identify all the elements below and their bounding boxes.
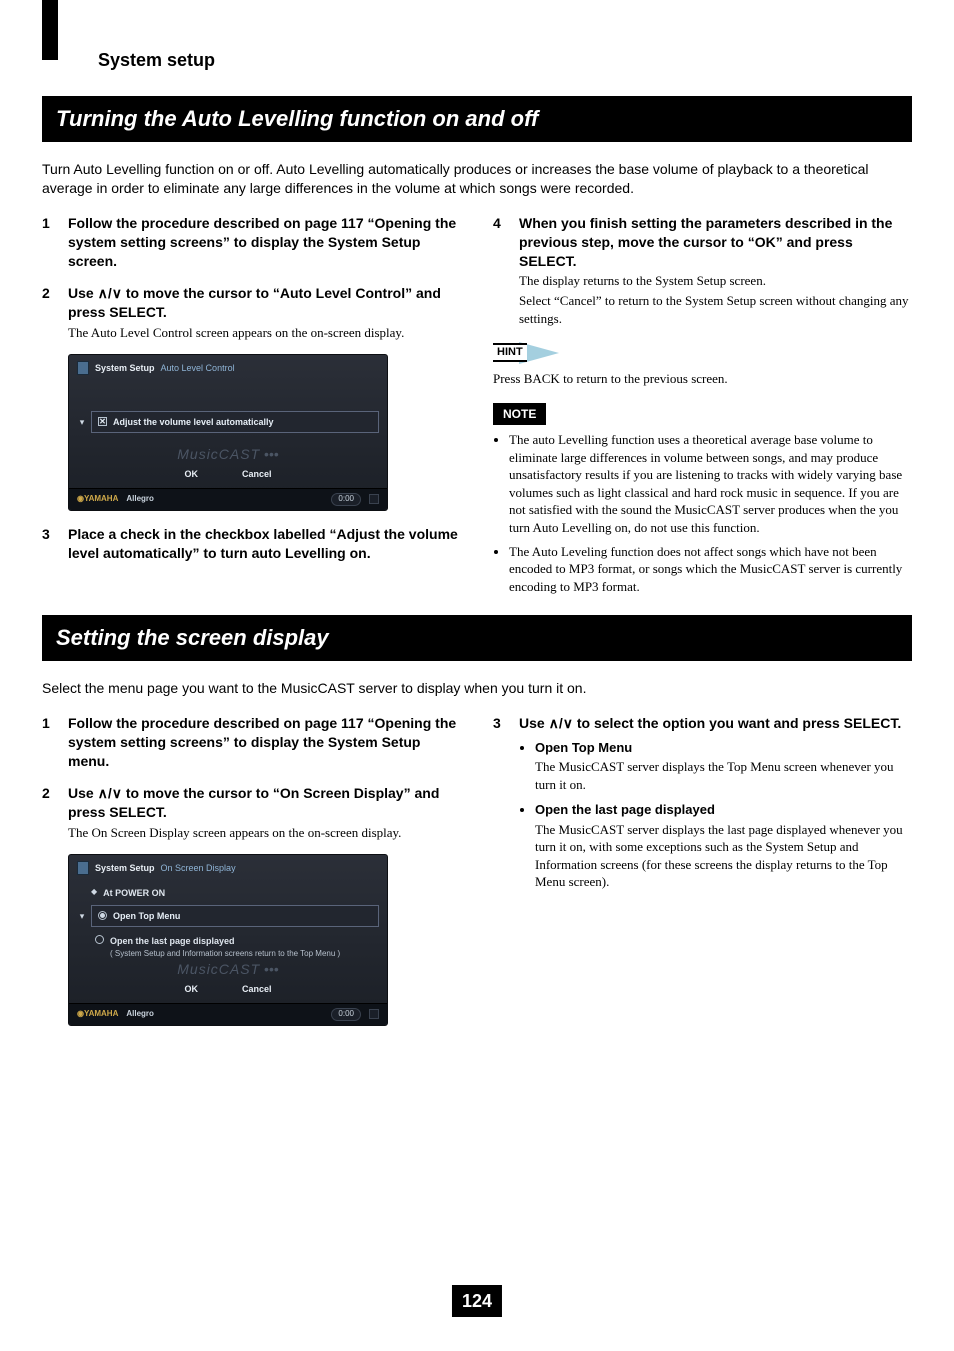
step-2-pre: Use — [68, 285, 98, 301]
step2-3: 3 Use ∧/∨ to select the option you want … — [493, 714, 912, 891]
time-label: 0:00 — [331, 1008, 361, 1021]
step-number: 4 — [493, 214, 501, 233]
section-header: System setup — [98, 48, 912, 72]
step2-2-body: The On Screen Display screen appears on … — [68, 824, 461, 842]
updown-icon: ∧/∨ — [98, 785, 122, 801]
option-last-page: Open the last page displayed The MusicCA… — [535, 801, 912, 891]
option-name: Open the last page displayed — [535, 801, 912, 819]
step2-3-post: to select the option you want and press … — [573, 715, 901, 731]
status-icon — [369, 494, 379, 504]
step2-2-text: Use ∧/∨ to move the cursor to “On Screen… — [68, 785, 439, 820]
track-title: Allegro — [126, 494, 154, 505]
intro-screen-display: Select the menu page you want to the Mus… — [42, 679, 912, 698]
cancel-button: Cancel — [242, 983, 272, 995]
step2-1-text: Follow the procedure described on page 1… — [68, 715, 456, 769]
side-tab — [42, 0, 58, 60]
note-list: The auto Levelling function uses a theor… — [493, 431, 912, 595]
track-title: Allegro — [126, 1009, 154, 1020]
ok-button: OK — [184, 468, 198, 480]
updown-icon: ∧/∨ — [549, 715, 573, 731]
hint-label: HINT — [493, 343, 527, 362]
step-number: 3 — [42, 525, 50, 544]
step2-2-post: to move the cursor to “On Screen Display… — [68, 785, 439, 820]
cursor-icon: ▾ — [77, 416, 87, 428]
step-2-post: to move the cursor to “Auto Level Contro… — [68, 285, 441, 320]
watermark: MusicCAST ••• — [77, 445, 379, 464]
status-icon — [369, 1009, 379, 1019]
heading-auto-levelling: Turning the Auto Levelling function on a… — [42, 96, 912, 142]
breadcrumb-2: Auto Level Control — [161, 362, 235, 374]
breadcrumb-2: On Screen Display — [161, 862, 236, 874]
step-2: 2 Use ∧/∨ to move the cursor to “Auto Le… — [42, 284, 461, 510]
note-label: NOTE — [493, 403, 546, 425]
step-1: 1 Follow the procedure described on page… — [42, 214, 461, 271]
step-2-body: The Auto Level Control screen appears on… — [68, 324, 461, 342]
step-number: 2 — [42, 784, 50, 803]
checkbox-label: Adjust the volume level automatically — [113, 416, 274, 428]
checkbox-icon: ✕ — [98, 417, 107, 426]
breadcrumb-1: System Setup — [95, 362, 155, 374]
radio-on-icon — [98, 911, 107, 920]
step-4-body2: Select “Cancel” to return to the System … — [519, 292, 912, 327]
option-2-label: Open the last page displayed — [110, 935, 340, 947]
step-4-body1: The display returns to the System Setup … — [519, 272, 912, 290]
brand-label: ◉YAMAHA — [77, 494, 118, 505]
option-top-menu: Open Top Menu The MusicCAST server displ… — [535, 739, 912, 794]
step-4: 4 When you finish setting the parameters… — [493, 214, 912, 327]
updown-icon: ∧/∨ — [98, 285, 122, 301]
step-1-text: Follow the procedure described on page 1… — [68, 215, 456, 269]
time-label: 0:00 — [331, 493, 361, 506]
option-name: Open Top Menu — [535, 739, 912, 757]
step-3: 3 Place a check in the checkbox labelled… — [42, 525, 461, 563]
step-2-text: Use ∧/∨ to move the cursor to “Auto Leve… — [68, 285, 441, 320]
step2-2: 2 Use ∧/∨ to move the cursor to “On Scre… — [42, 784, 461, 1025]
step-number: 2 — [42, 284, 50, 303]
step-number: 1 — [42, 714, 50, 733]
watermark: MusicCAST ••• — [77, 960, 379, 979]
brand-label: ◉YAMAHA — [77, 1009, 118, 1020]
group-label: At POWER ON — [103, 887, 165, 899]
option-desc: The MusicCAST server displays the last p… — [535, 821, 912, 891]
step2-3-pre: Use — [519, 715, 549, 731]
ok-button: OK — [184, 983, 198, 995]
breadcrumb-1: System Setup — [95, 862, 155, 874]
ui-logo-icon — [77, 361, 89, 375]
screenshot-auto-level: System Setup Auto Level Control ▾ ✕ Adju… — [68, 354, 388, 511]
page-number: 124 — [452, 1285, 502, 1317]
cursor-icon: ▾ — [77, 910, 87, 922]
step-4-text: When you finish setting the parameters d… — [519, 215, 892, 269]
step2-3-text: Use ∧/∨ to select the option you want an… — [519, 715, 901, 731]
step2-2-pre: Use — [68, 785, 98, 801]
cancel-button: Cancel — [242, 468, 272, 480]
step-number: 3 — [493, 714, 501, 733]
step2-1: 1 Follow the procedure described on page… — [42, 714, 461, 771]
hint-text: Press BACK to return to the previous scr… — [493, 370, 912, 388]
step-number: 1 — [42, 214, 50, 233]
step-3-text: Place a check in the checkbox labelled “… — [68, 526, 458, 561]
hint-block: HINT Press BACK to return to the previou… — [493, 341, 912, 387]
ui-logo-icon — [77, 861, 89, 875]
option-1-label: Open Top Menu — [113, 910, 180, 922]
note-item-1: The auto Levelling function uses a theor… — [509, 431, 912, 536]
screenshot-osd: System Setup On Screen Display ◆ At POWE… — [68, 854, 388, 1026]
option-desc: The MusicCAST server displays the Top Me… — [535, 758, 912, 793]
intro-auto-levelling: Turn Auto Levelling function on or off. … — [42, 160, 912, 198]
radio-off-icon — [95, 935, 104, 944]
heading-screen-display: Setting the screen display — [42, 615, 912, 661]
note-item-2: The Auto Leveling function does not affe… — [509, 543, 912, 596]
option-2-sub: ( System Setup and Information screens r… — [110, 947, 340, 960]
diamond-icon: ◆ — [91, 887, 97, 898]
